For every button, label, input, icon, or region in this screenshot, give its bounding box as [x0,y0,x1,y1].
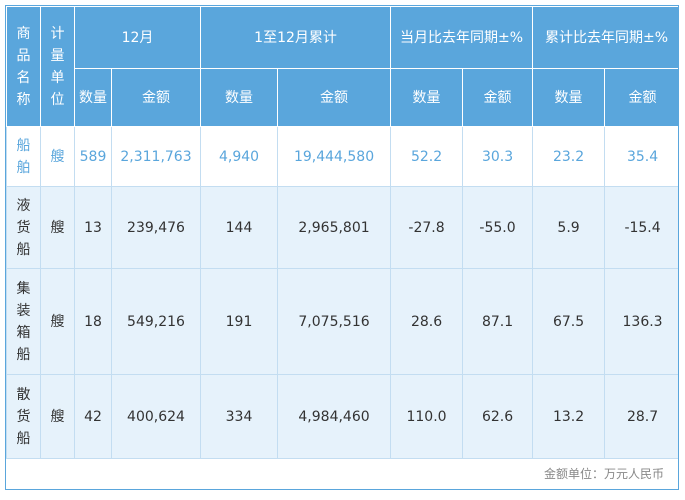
cell-month-yoy-amount: 62.6 [462,374,534,459]
cell-month-yoy-qty: -27.8 [390,186,464,269]
header-cum-yoy-amount: 金额 [604,68,678,127]
header-cumulative-yoy: 累计比去年同期±% [532,6,678,69]
cell-unit: 艘 [40,268,75,375]
cell-month-yoy-amount: 87.1 [462,268,534,375]
header-row-1: 商品名称 计量单位 12月 1至12月累计 当月比去年同期±% 累计比去年同期±… [6,6,678,127]
cell-month-qty: 589 [74,126,112,187]
cell-cum-qty: 144 [200,186,279,269]
cell-month-qty: 42 [74,374,112,459]
table-row-ships: 船舶 艘 589 2,311,763 4,940 19,444,580 52.2… [6,126,678,187]
cell-name: 散货船 [6,374,41,459]
cell-cum-qty: 191 [200,268,279,375]
cell-cum-yoy-qty: 67.5 [532,268,606,375]
cell-unit: 艘 [40,186,75,269]
header-month-yoy-qty: 数量 [390,68,464,127]
header-month-qty: 数量 [74,68,112,127]
header-month-yoy: 当月比去年同期±% [390,6,534,69]
cell-cum-yoy-amount: 136.3 [604,268,678,375]
cell-month-qty: 18 [74,268,112,375]
table-row-container-ships: 集装箱船 艘 18 549,216 191 7,075,516 28.6 87.… [6,268,678,375]
cell-month-yoy-qty: 28.6 [390,268,464,375]
header-cum-yoy-qty: 数量 [532,68,606,127]
table-row-tankers: 液货船 艘 13 239,476 144 2,965,801 -27.8 -55… [6,186,678,269]
header-month: 12月 [73,6,202,69]
ship-export-table-container: 商品名称 计量单位 12月 1至12月累计 当月比去年同期±% 累计比去年同期±… [5,5,679,490]
header-cum-amount: 金额 [277,68,392,127]
cell-month-yoy-qty: 110.0 [390,374,464,459]
cell-unit: 艘 [40,126,75,187]
header-unit: 计量单位 [40,6,75,127]
cell-month-amount: 239,476 [110,186,202,269]
cell-name: 船舶 [6,126,41,187]
cell-cum-yoy-qty: 23.2 [532,126,606,187]
header-cumulative: 1至12月累计 [200,6,392,69]
cell-name: 液货船 [6,186,41,269]
cell-cum-yoy-qty: 13.2 [532,374,606,459]
header-cum-qty: 数量 [200,68,279,127]
cell-cum-yoy-amount: -15.4 [604,186,678,269]
table-row-bulk-carriers: 散货船 艘 42 400,624 334 4,984,460 110.0 62.… [6,374,678,459]
cell-name: 集装箱船 [6,268,41,375]
cell-cum-yoy-amount: 35.4 [604,126,678,187]
cell-month-yoy-qty: 52.2 [390,126,464,187]
cell-month-amount: 2,311,763 [110,126,202,187]
cell-month-amount: 549,216 [110,268,202,375]
currency-unit-note: 金额单位：万元人民币 [6,459,678,489]
cell-cum-qty: 334 [200,374,279,459]
cell-cum-amount: 7,075,516 [277,268,392,375]
ship-export-table: 商品名称 计量单位 12月 1至12月累计 当月比去年同期±% 累计比去年同期±… [6,6,678,459]
cell-cum-amount: 4,984,460 [277,374,392,459]
cell-cum-yoy-amount: 28.7 [604,374,678,459]
cell-month-yoy-amount: 30.3 [462,126,534,187]
header-product-name: 商品名称 [6,6,41,127]
cell-cum-qty: 4,940 [200,126,279,187]
cell-cum-amount: 19,444,580 [277,126,392,187]
header-month-yoy-amount: 金额 [462,68,534,127]
cell-cum-amount: 2,965,801 [277,186,392,269]
cell-cum-yoy-qty: 5.9 [532,186,606,269]
cell-month-qty: 13 [74,186,112,269]
header-month-amount: 金额 [110,68,202,127]
cell-month-yoy-amount: -55.0 [462,186,534,269]
cell-unit: 艘 [40,374,75,459]
header-row-2: 数量 金额 数量 金额 数量 金额 数量 金额 [7,68,678,127]
cell-month-amount: 400,624 [110,374,202,459]
